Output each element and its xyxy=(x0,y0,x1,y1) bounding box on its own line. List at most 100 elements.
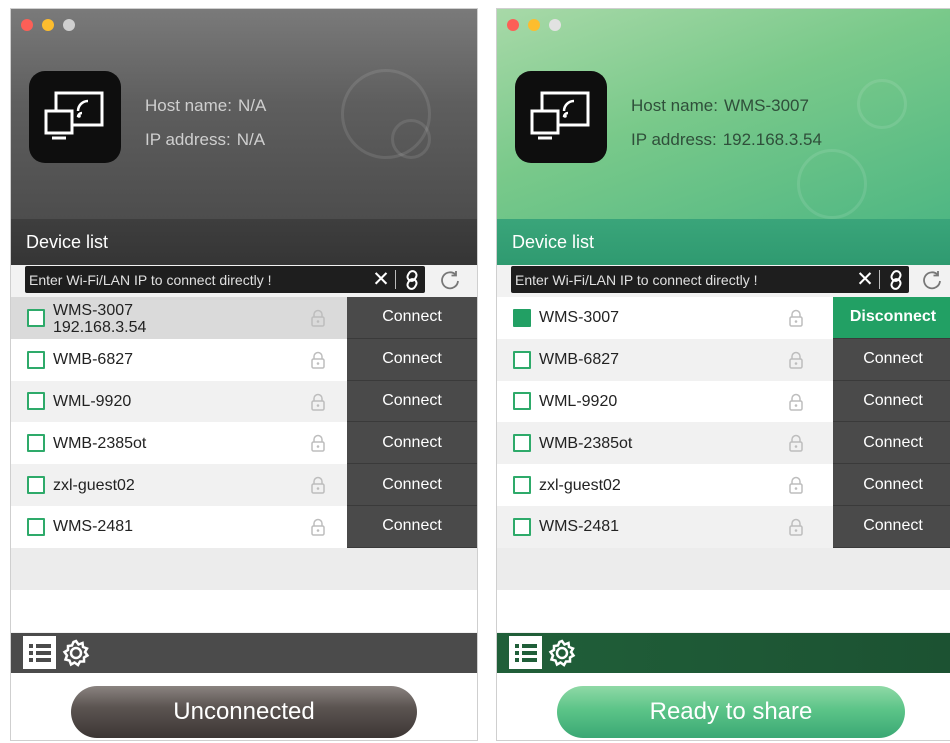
ip-input[interactable] xyxy=(511,266,854,293)
refresh-icon[interactable] xyxy=(439,269,461,291)
connect-button[interactable]: Connect xyxy=(347,338,477,381)
window-header: Host name: N/A IP address: N/A xyxy=(11,9,477,219)
ip-entry-box: ✕ xyxy=(25,266,425,293)
window-header: Host name: WMS-3007 IP address: 192.168.… xyxy=(497,9,950,219)
lock-icon xyxy=(787,518,805,536)
minimize-light[interactable] xyxy=(42,19,54,31)
device-checkbox[interactable] xyxy=(513,392,531,411)
device-checkbox[interactable] xyxy=(513,434,531,453)
link-icon[interactable] xyxy=(399,266,425,293)
device-list: WMS-3007 Disconnect WMB-6827 Connect WML… xyxy=(497,297,950,548)
device-checkbox[interactable] xyxy=(27,308,45,327)
device-name: WMS-3007 192.168.3.54 xyxy=(53,302,146,336)
lock-icon xyxy=(309,476,327,494)
divider xyxy=(395,270,396,289)
device-name: WMS-3007 xyxy=(539,309,620,327)
host-name-value: N/A xyxy=(237,96,267,115)
divider xyxy=(879,270,880,289)
device-row[interactable]: WMS-3007 192.168.3.54 Connect xyxy=(11,297,477,339)
ip-address-label: IP address: xyxy=(145,130,231,149)
device-row[interactable]: WMB-6827 Connect xyxy=(11,338,477,381)
close-light[interactable] xyxy=(21,19,33,31)
connect-button[interactable]: Connect xyxy=(347,464,477,506)
device-row[interactable]: WMS-2481 Connect xyxy=(11,505,477,548)
ip-address-value: 192.168.3.54 xyxy=(722,130,822,149)
device-checkbox[interactable] xyxy=(513,308,531,327)
gear-icon[interactable] xyxy=(547,638,577,668)
device-name: WML-9920 xyxy=(53,392,132,410)
list-icon[interactable] xyxy=(23,636,56,669)
device-checkbox[interactable] xyxy=(513,476,531,495)
disconnect-button[interactable]: Disconnect xyxy=(833,297,950,339)
status-button[interactable]: Unconnected xyxy=(71,686,417,738)
device-checkbox[interactable] xyxy=(27,476,45,495)
host-name-value: WMS-3007 xyxy=(723,96,809,115)
lock-icon xyxy=(309,393,327,411)
window-controls xyxy=(507,19,561,31)
connect-button[interactable]: Connect xyxy=(347,505,477,548)
lock-icon xyxy=(787,309,805,327)
device-list-title: Device list xyxy=(11,219,477,265)
connect-button[interactable]: Connect xyxy=(347,422,477,465)
connect-button[interactable]: Connect xyxy=(833,422,950,465)
device-checkbox[interactable] xyxy=(27,434,45,453)
list-empty-row xyxy=(11,548,477,590)
minimize-light[interactable] xyxy=(528,19,540,31)
gear-icon[interactable] xyxy=(61,638,91,668)
connect-button[interactable]: Connect xyxy=(833,505,950,548)
device-checkbox[interactable] xyxy=(513,517,531,536)
device-row[interactable]: WML-9920 Connect xyxy=(11,380,477,423)
host-info: Host name: N/A IP address: N/A xyxy=(145,89,266,157)
lock-icon xyxy=(309,518,327,536)
app-window-unconnected: Host name: N/A IP address: N/A Device li… xyxy=(10,8,478,741)
device-row[interactable]: WMB-6827 Connect xyxy=(497,338,950,381)
lock-icon xyxy=(787,476,805,494)
device-name: zxl-guest02 xyxy=(53,476,135,494)
device-name: WMS-2481 xyxy=(539,518,620,536)
connect-button[interactable]: Connect xyxy=(833,380,950,423)
lock-icon xyxy=(787,393,805,411)
device-checkbox[interactable] xyxy=(27,392,45,411)
device-name: WMB-6827 xyxy=(53,351,134,369)
device-row[interactable]: WMS-3007 Disconnect xyxy=(497,297,950,339)
link-icon[interactable] xyxy=(883,266,909,293)
device-row[interactable]: WMB-2385ot Connect xyxy=(497,422,950,465)
device-row[interactable]: zxl-guest02 Connect xyxy=(497,464,950,506)
ip-entry-box: ✕ xyxy=(511,266,909,293)
device-checkbox[interactable] xyxy=(513,350,531,369)
zoom-light[interactable] xyxy=(63,19,75,31)
lock-icon xyxy=(309,351,327,369)
device-row[interactable]: WMB-2385ot Connect xyxy=(11,422,477,465)
close-light[interactable] xyxy=(507,19,519,31)
close-icon[interactable]: ✕ xyxy=(370,266,392,293)
connect-button[interactable]: Connect xyxy=(833,464,950,506)
device-name: WMB-2385ot xyxy=(539,434,633,452)
status-button[interactable]: Ready to share xyxy=(557,686,905,738)
device-row[interactable]: zxl-guest02 Connect xyxy=(11,464,477,506)
header-decoration xyxy=(391,119,431,159)
connect-button[interactable]: Connect xyxy=(833,338,950,381)
status-area: Unconnected xyxy=(11,673,477,740)
direct-connect-bar: ✕ xyxy=(11,265,477,295)
device-row[interactable]: WML-9920 Connect xyxy=(497,380,950,423)
direct-connect-bar: ✕ xyxy=(497,265,950,295)
window-controls xyxy=(21,19,75,31)
refresh-icon[interactable] xyxy=(921,269,943,291)
device-checkbox[interactable] xyxy=(27,517,45,536)
device-name-text: WMS-3007 xyxy=(53,302,134,319)
screen-cast-icon xyxy=(29,71,121,163)
host-info: Host name: WMS-3007 IP address: 192.168.… xyxy=(631,89,822,157)
device-checkbox[interactable] xyxy=(27,350,45,369)
ip-input[interactable] xyxy=(25,266,370,293)
close-icon[interactable]: ✕ xyxy=(854,266,876,293)
connect-button[interactable]: Connect xyxy=(347,297,477,339)
connect-button[interactable]: Connect xyxy=(347,380,477,423)
device-name: zxl-guest02 xyxy=(539,476,621,494)
lock-icon xyxy=(787,351,805,369)
list-icon[interactable] xyxy=(509,636,542,669)
zoom-light[interactable] xyxy=(549,19,561,31)
ip-address-value: N/A xyxy=(236,130,266,149)
device-name: WMB-2385ot xyxy=(53,434,147,452)
device-row[interactable]: WMS-2481 Connect xyxy=(497,505,950,548)
ip-address-label: IP address: xyxy=(631,130,717,149)
